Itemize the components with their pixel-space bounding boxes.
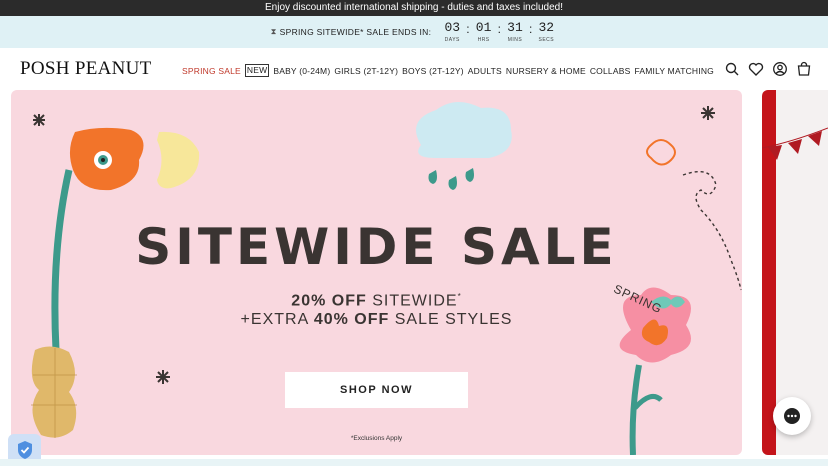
countdown-separator: : <box>528 22 533 36</box>
nav-item-boys[interactable]: BOYS (2T-12Y) <box>402 66 464 76</box>
main-nav: POSH PEANUT SPRING SALE NEW BABY (0-24M)… <box>0 48 828 90</box>
countdown-hours: 01 HRS <box>475 20 492 44</box>
countdown-label: ⧗ SPRING SITEWIDE* SALE ENDS IN: <box>270 27 432 37</box>
countdown-mins: 31 MINS <box>507 20 523 44</box>
hourglass-icon: ⧗ <box>270 27 277 36</box>
account-icon[interactable] <box>772 61 788 77</box>
bottom-strip <box>0 459 828 466</box>
nav-item-adults[interactable]: ADULTS <box>468 66 502 76</box>
heart-icon[interactable] <box>748 61 764 77</box>
nav-menu: SPRING SALE NEW BABY (0-24M) GIRLS (2T-1… <box>182 64 718 77</box>
shop-now-button[interactable]: SHOP NOW <box>285 372 468 408</box>
bag-icon[interactable] <box>796 61 812 77</box>
bunting-image <box>762 127 828 160</box>
announcement-bar: Enjoy discounted international shipping … <box>0 0 828 16</box>
hero-banner[interactable]: SPRING SITEWIDE SALE 20% OFF SITEWIDE* +… <box>11 90 742 455</box>
nav-item-spring-sale[interactable]: SPRING SALE <box>182 66 241 76</box>
chat-icon <box>784 408 800 424</box>
countdown-secs: 32 SECS <box>538 20 555 44</box>
countdown-separator: : <box>497 22 501 36</box>
hero-title: SITEWIDE SALE <box>135 218 618 276</box>
nav-item-nursery-home[interactable]: NURSERY & HOME <box>506 66 586 76</box>
hero-offer-line-2: +EXTRA 40% OFF SALE STYLES <box>240 311 513 328</box>
countdown-bar: ⧗ SPRING SITEWIDE* SALE ENDS IN: 03 DAYS… <box>0 16 828 48</box>
chat-button[interactable] <box>773 397 811 435</box>
shield-icon <box>17 441 32 459</box>
countdown-separator: : <box>466 22 470 36</box>
nav-item-girls[interactable]: GIRLS (2T-12Y) <box>334 66 398 76</box>
hero-offer-line-1: 20% OFF SITEWIDE* <box>291 292 462 310</box>
nav-item-baby[interactable]: BABY (0-24M) <box>273 66 330 76</box>
nav-item-collabs[interactable]: COLLABS <box>590 66 631 76</box>
exclusions-note: *Exclusions Apply <box>350 435 403 442</box>
countdown-days: 03 DAYS <box>444 20 461 44</box>
logo[interactable]: POSH PEANUT <box>20 58 152 80</box>
announcement-text: Enjoy discounted international shipping … <box>265 2 563 13</box>
nav-item-new[interactable]: NEW <box>244 64 270 77</box>
search-icon[interactable] <box>724 61 740 77</box>
nav-item-family-matching[interactable]: FAMILY MATCHING <box>634 66 714 76</box>
header-icons <box>724 61 812 77</box>
